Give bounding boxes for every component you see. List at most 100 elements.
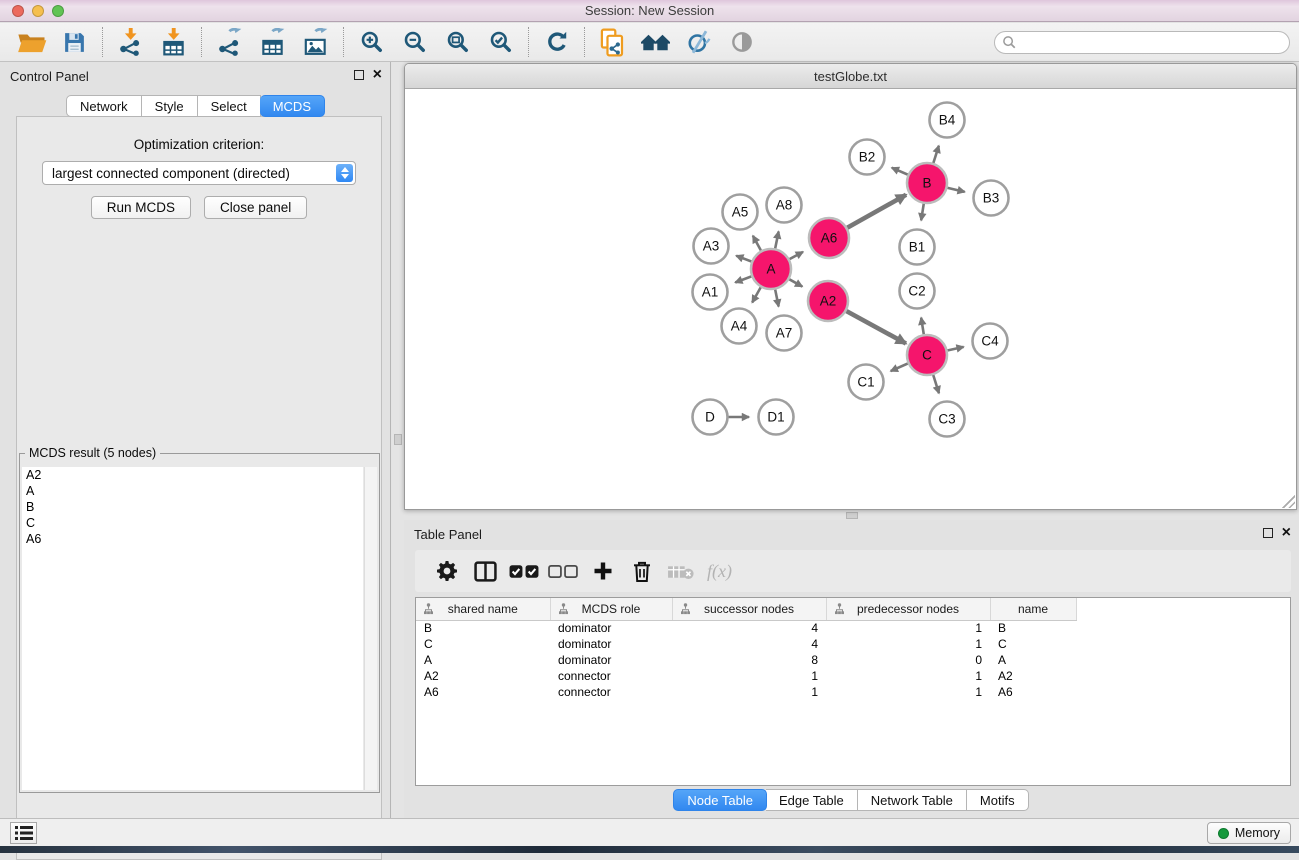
- graph-node-A3[interactable]: A3: [694, 229, 729, 264]
- cell-shared-name: B: [416, 620, 550, 636]
- column-header-name[interactable]: name: [990, 598, 1076, 620]
- graph-node-B3[interactable]: B3: [974, 181, 1009, 216]
- result-item-a2[interactable]: A2: [22, 467, 363, 483]
- result-list-scrollbar[interactable]: [364, 467, 377, 790]
- graph-node-B2[interactable]: B2: [850, 140, 885, 175]
- graph-node-A6[interactable]: A6: [809, 218, 849, 258]
- result-item-a[interactable]: A: [22, 483, 363, 499]
- table-row[interactable]: Bdominator41B: [416, 620, 1076, 636]
- graph-node-D1[interactable]: D1: [759, 400, 794, 435]
- close-panel-icon[interactable]: ×: [373, 68, 382, 82]
- task-history-button[interactable]: [10, 822, 37, 844]
- tab-motifs[interactable]: Motifs: [967, 789, 1029, 811]
- tab-style[interactable]: Style: [142, 95, 198, 117]
- column-header-predecessor-nodes[interactable]: predecessor nodes: [826, 598, 990, 620]
- zoom-window-button[interactable]: [52, 5, 64, 17]
- column-header-mcds-role[interactable]: MCDS role: [550, 598, 672, 620]
- clear-table-icon[interactable]: [661, 554, 700, 588]
- zoom-out-icon[interactable]: [393, 25, 436, 59]
- table-row[interactable]: Adominator80A: [416, 652, 1076, 668]
- tab-network[interactable]: Network: [66, 95, 142, 117]
- graph-node-C4[interactable]: C4: [973, 324, 1008, 359]
- tab-select[interactable]: Select: [198, 95, 261, 117]
- refresh-icon[interactable]: [535, 25, 578, 59]
- graph-node-C2[interactable]: C2: [900, 274, 935, 309]
- run-mcds-button[interactable]: Run MCDS: [91, 196, 191, 219]
- node-table[interactable]: shared nameMCDS rolesuccessor nodesprede…: [415, 597, 1291, 786]
- graph-node-B1[interactable]: B1: [900, 230, 935, 265]
- column-layout-icon[interactable]: [466, 554, 505, 588]
- result-item-b[interactable]: B: [22, 499, 363, 515]
- cell-successor-nodes: 4: [672, 636, 826, 652]
- cell-name: C: [990, 636, 1076, 652]
- graph-node-A2[interactable]: A2: [808, 281, 848, 321]
- table-toolbar: f(x): [415, 550, 1291, 592]
- graph-node-D[interactable]: D: [693, 400, 728, 435]
- select-all-icon[interactable]: [505, 554, 544, 588]
- mcds-tab-content: Optimization criterion: largest connecte…: [16, 116, 382, 860]
- horizontal-split-divider[interactable]: [404, 510, 1299, 520]
- search-input[interactable]: [1017, 34, 1289, 52]
- tab-edge-table[interactable]: Edge Table: [766, 789, 858, 811]
- cell-mcds-role: connector: [550, 668, 672, 684]
- home-icon[interactable]: [634, 25, 677, 59]
- save-session-icon[interactable]: [53, 25, 96, 59]
- column-header-shared-name[interactable]: shared name: [416, 598, 550, 620]
- graph-node-B[interactable]: B: [907, 163, 947, 203]
- zoom-selected-icon[interactable]: [479, 25, 522, 59]
- toolbar-separator: [528, 27, 529, 57]
- table-row[interactable]: A6connector11A6: [416, 684, 1076, 700]
- graph-node-A4[interactable]: A4: [722, 309, 757, 344]
- graph-node-C1[interactable]: C1: [849, 365, 884, 400]
- table-settings-icon[interactable]: [427, 554, 466, 588]
- delete-column-icon[interactable]: [622, 554, 661, 588]
- graph-node-B4[interactable]: B4: [930, 103, 965, 138]
- divider-grip[interactable]: [846, 512, 858, 519]
- close-panel-icon[interactable]: ×: [1282, 526, 1291, 540]
- zoom-fit-icon[interactable]: [436, 25, 479, 59]
- deselect-all-icon[interactable]: [544, 554, 583, 588]
- float-panel-icon[interactable]: [1263, 528, 1273, 538]
- cell-predecessor-nodes: 1: [826, 620, 990, 636]
- add-column-icon[interactable]: [583, 554, 622, 588]
- cell-shared-name: A: [416, 652, 550, 668]
- graph-node-C3[interactable]: C3: [930, 402, 965, 437]
- export-network-icon[interactable]: [208, 25, 251, 59]
- close-window-button[interactable]: [12, 5, 24, 17]
- network-window-titlebar[interactable]: testGlobe.txt: [405, 64, 1296, 89]
- import-table-icon[interactable]: [152, 25, 195, 59]
- export-table-icon[interactable]: [251, 25, 294, 59]
- graph-node-A7[interactable]: A7: [767, 316, 802, 351]
- tab-mcds[interactable]: MCDS: [260, 95, 325, 117]
- graph-node-C[interactable]: C: [907, 335, 947, 375]
- svg-text:C: C: [922, 348, 932, 363]
- graph-node-A1[interactable]: A1: [693, 275, 728, 310]
- tab-node-table[interactable]: Node Table: [673, 789, 767, 811]
- open-session-icon[interactable]: [10, 25, 53, 59]
- equation-editor-icon[interactable]: f(x): [700, 554, 739, 588]
- network-canvas[interactable]: A A1 A2 A3 A4 A5 A6 A7 A8 B B1 B2 B3 B4 C C1 C2 C3 C4 D D1: [405, 90, 1296, 509]
- graph-node-A5[interactable]: A5: [723, 195, 758, 230]
- float-panel-icon[interactable]: [354, 70, 364, 80]
- export-image-icon[interactable]: [294, 25, 337, 59]
- duplicate-network-icon[interactable]: [591, 25, 634, 59]
- hide-details-icon[interactable]: [677, 25, 720, 59]
- show-details-icon[interactable]: [720, 25, 763, 59]
- minimize-window-button[interactable]: [32, 5, 44, 17]
- criterion-dropdown[interactable]: largest connected component (directed): [42, 161, 356, 185]
- memory-button[interactable]: Memory: [1207, 822, 1291, 844]
- table-row[interactable]: A2connector11A2: [416, 668, 1076, 684]
- zoom-in-icon[interactable]: [350, 25, 393, 59]
- close-panel-button[interactable]: Close panel: [204, 196, 307, 219]
- result-item-a6[interactable]: A6: [22, 531, 363, 547]
- cell-name: B: [990, 620, 1076, 636]
- graph-node-A8[interactable]: A8: [767, 188, 802, 223]
- divider-grip[interactable]: [394, 434, 402, 445]
- import-network-icon[interactable]: [109, 25, 152, 59]
- vertical-split-divider[interactable]: [392, 62, 404, 818]
- graph-node-A[interactable]: A: [751, 249, 791, 289]
- column-header-successor-nodes[interactable]: successor nodes: [672, 598, 826, 620]
- tab-network-table[interactable]: Network Table: [858, 789, 967, 811]
- table-row[interactable]: Cdominator41C: [416, 636, 1076, 652]
- result-item-c[interactable]: C: [22, 515, 363, 531]
